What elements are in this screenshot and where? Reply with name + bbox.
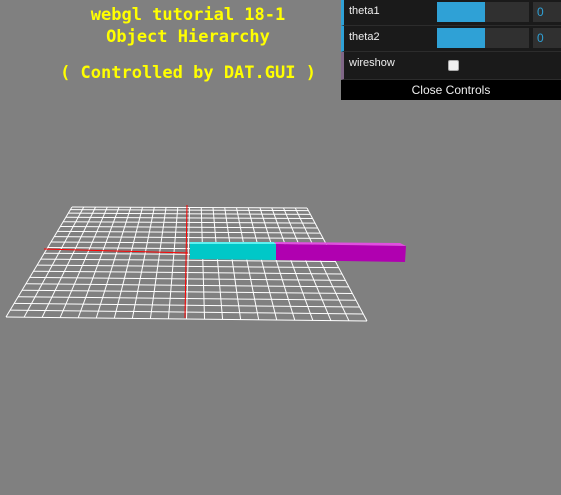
grid-line <box>41 206 96 318</box>
theta2-slider[interactable] <box>437 28 529 48</box>
theta2-number-input[interactable]: 0 <box>533 28 561 48</box>
grid-line <box>224 207 242 320</box>
grid-line <box>236 207 260 320</box>
controller-theta2[interactable]: theta2 0 <box>341 26 561 52</box>
wireshow-checkbox[interactable] <box>448 60 459 71</box>
grid-line <box>212 207 224 320</box>
arm-2 <box>274 242 406 262</box>
grid-line <box>149 207 167 319</box>
controller-theta1[interactable]: theta1 0 <box>341 0 561 26</box>
theta1-number-input[interactable]: 0 <box>533 2 561 22</box>
title-spacer <box>0 48 376 62</box>
theta1-label: theta1 <box>349 5 380 17</box>
title-line-1: webgl tutorial 18-1 <box>90 5 286 25</box>
grid-line <box>95 207 132 319</box>
grid-line <box>131 207 155 319</box>
page-title: webgl tutorial 18-1 Object Hierarchy ( C… <box>0 4 376 84</box>
arm-2-front <box>276 244 406 262</box>
arm-1-front <box>190 244 276 260</box>
dat-gui-panel[interactable]: theta1 0 theta2 0 wireshow Close Control… <box>341 0 561 100</box>
theta1-slider[interactable] <box>437 2 529 22</box>
theta2-label: theta2 <box>349 31 380 43</box>
grid-line <box>294 207 350 322</box>
wireshow-label: wireshow <box>349 57 395 69</box>
title-line-3: ( Controlled by DAT.GUI ) <box>60 63 316 83</box>
theta1-slider-fill <box>437 2 485 22</box>
grid-line <box>247 207 278 321</box>
controller-wireshow[interactable]: wireshow <box>341 52 561 80</box>
grid-line <box>113 207 143 319</box>
grid-line <box>59 206 108 318</box>
grid-line <box>167 207 179 319</box>
arm-1 <box>190 242 276 260</box>
close-controls-button[interactable]: Close Controls <box>341 80 561 100</box>
grid-line <box>77 207 120 318</box>
x-axis-line <box>43 248 189 254</box>
arm-1-top <box>190 242 276 244</box>
theta2-slider-fill <box>437 28 485 48</box>
grid-line <box>200 207 206 320</box>
grid-line <box>306 207 368 322</box>
title-line-2: Object Hierarchy <box>106 27 270 47</box>
grid-line <box>5 206 73 318</box>
grid-line <box>23 206 85 318</box>
